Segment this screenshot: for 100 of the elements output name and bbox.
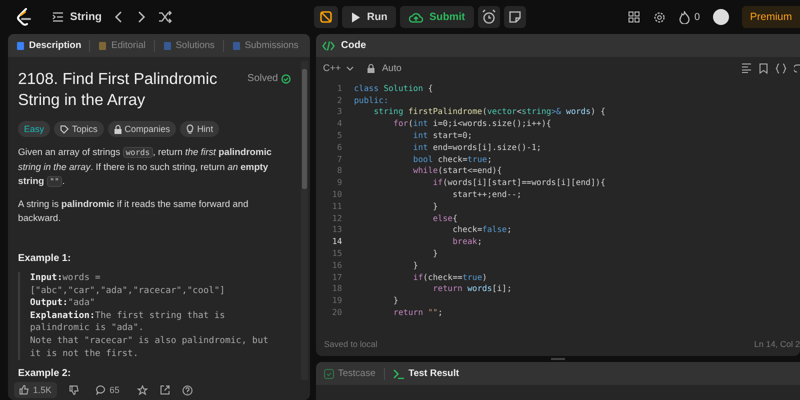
- code-line: return words[i];: [432, 283, 512, 294]
- language-dropdown[interactable]: C++: [323, 62, 354, 74]
- alarm-clock-icon[interactable]: [478, 6, 500, 28]
- line-number: 11: [331, 200, 342, 211]
- debug-icon[interactable]: [314, 6, 338, 28]
- avatar-icon[interactable]: [712, 9, 729, 25]
- bookmark-icon[interactable]: [759, 62, 768, 74]
- speech-bubble-icon: [96, 385, 106, 395]
- line-number: 4: [336, 118, 342, 128]
- like-button[interactable]: 1.5K: [14, 382, 57, 398]
- code-line: while(start<=end){: [412, 165, 502, 176]
- braces-icon[interactable]: [775, 62, 787, 74]
- next-icon[interactable]: [136, 11, 146, 23]
- star-icon[interactable]: [136, 384, 148, 396]
- solved-status: Solved: [247, 73, 278, 84]
- code-line: class Solution {: [354, 82, 433, 93]
- tab[interactable]: Test Result: [390, 368, 462, 379]
- line-number: 15: [331, 248, 342, 258]
- code-line: start++;end--;: [452, 189, 522, 200]
- tag-button[interactable]: Topics: [54, 121, 104, 137]
- line-number: 20: [331, 307, 342, 318]
- previous-icon[interactable]: [114, 11, 124, 23]
- document-icon: [16, 40, 25, 50]
- code-line: return "";: [392, 307, 443, 318]
- thumbs-down-icon[interactable]: [68, 385, 79, 395]
- reset-icon[interactable]: [794, 62, 800, 74]
- tag-button[interactable]: Companies: [108, 121, 176, 137]
- line-number: 10: [331, 189, 342, 200]
- line-number: 9: [336, 177, 342, 188]
- shuffle-icon[interactable]: [158, 11, 172, 23]
- example-text: Note that "racecar" is also palindromic, but: [30, 334, 270, 348]
- code-line: string firstPalindrome(vector<string>& words) {: [372, 106, 606, 116]
- example-text: palindromic is "ada".: [30, 322, 145, 335]
- example-text: Explanation:The first string that is: [30, 310, 226, 322]
- code-line: if(words[i][start]==words[i][end]){: [432, 177, 606, 188]
- settings-icon[interactable]: [653, 10, 666, 24]
- example-text: Output:"ada": [30, 297, 96, 310]
- line-number: 17: [331, 272, 342, 282]
- line-number: 2: [336, 94, 342, 105]
- note-icon[interactable]: [504, 6, 526, 28]
- line-number: 18: [331, 283, 342, 294]
- description-text: A string is palindromic if it reads the same forward and backward.: [18, 197, 250, 225]
- document-icon: [98, 40, 108, 50]
- tab[interactable]: Description: [14, 40, 84, 51]
- problem-title: 2108. Find First Palindromic String in the Array: [18, 70, 218, 111]
- code-line: int end=words[i].size()-1;: [412, 142, 542, 152]
- description-text: Given an array of strings words , return the first palindromic string in the array. If there is no such string, return an empty string "" .: [18, 145, 273, 189]
- submit-button[interactable]: Submit: [400, 6, 474, 28]
- flame-icon[interactable]: [679, 10, 690, 24]
- lightbulb-icon: [186, 124, 194, 134]
- streak-count: 0: [694, 12, 700, 22]
- panel-title: Code: [341, 40, 366, 51]
- tab[interactable]: Submissions: [230, 40, 301, 51]
- code-line: }: [432, 248, 438, 258]
- line-number: 8: [336, 165, 342, 176]
- document-icon: [162, 40, 172, 50]
- play-icon: [351, 12, 361, 22]
- comments-button[interactable]: 65: [90, 382, 125, 398]
- code-line: int start=0;: [412, 130, 472, 140]
- code-line: }: [392, 295, 398, 306]
- code-line: for(int i=0;i<words.size();i++){: [392, 118, 552, 128]
- line-number: 5: [336, 130, 342, 140]
- code-line: check=false;: [452, 224, 512, 234]
- share-icon[interactable]: [160, 385, 170, 395]
- line-number: 6: [336, 142, 342, 152]
- chevron-down-icon: [346, 66, 354, 70]
- difficulty-tag[interactable]: Easy: [18, 121, 50, 137]
- checkbox-icon: [324, 368, 334, 378]
- line-number: 3: [336, 106, 342, 116]
- problem-list-button[interactable]: String: [52, 11, 102, 23]
- tag-button[interactable]: Hint: [180, 121, 220, 137]
- line-number: 12: [331, 212, 342, 223]
- tag-icon: [60, 124, 70, 134]
- tab[interactable]: Testcase: [322, 368, 378, 379]
- code-line: else{: [432, 212, 458, 223]
- layout-icon[interactable]: [628, 11, 640, 23]
- check-circle-icon: [281, 74, 291, 84]
- save-status: Saved to local: [324, 339, 378, 349]
- example-text: Input:words =: [30, 272, 102, 285]
- tab[interactable]: Editorial: [96, 40, 148, 51]
- example-text: ["abc","car","ada","racecar","cool"]: [30, 284, 226, 298]
- run-button[interactable]: Run: [342, 6, 396, 28]
- premium-button[interactable]: Premium: [742, 6, 800, 28]
- cursor-position: Ln 14, Col 2: [754, 339, 800, 349]
- document-icon: [232, 40, 241, 50]
- line-number: 7: [336, 154, 342, 164]
- line-number: 1: [336, 82, 342, 93]
- code-line: bool check=true;: [412, 154, 492, 164]
- example-text: it is not the first.: [30, 348, 140, 360]
- help-icon[interactable]: [182, 384, 193, 396]
- list-icon: [52, 12, 64, 22]
- logo-icon[interactable]: [16, 8, 32, 26]
- format-icon[interactable]: [741, 63, 752, 73]
- thumbs-up-icon: [19, 385, 29, 395]
- line-number: 16: [331, 260, 342, 270]
- tab[interactable]: Solutions: [160, 40, 217, 51]
- terminal-icon: [392, 368, 404, 378]
- code-line: }: [432, 200, 438, 211]
- line-number: 13: [331, 224, 342, 234]
- example-heading: Example 1:: [18, 253, 72, 264]
